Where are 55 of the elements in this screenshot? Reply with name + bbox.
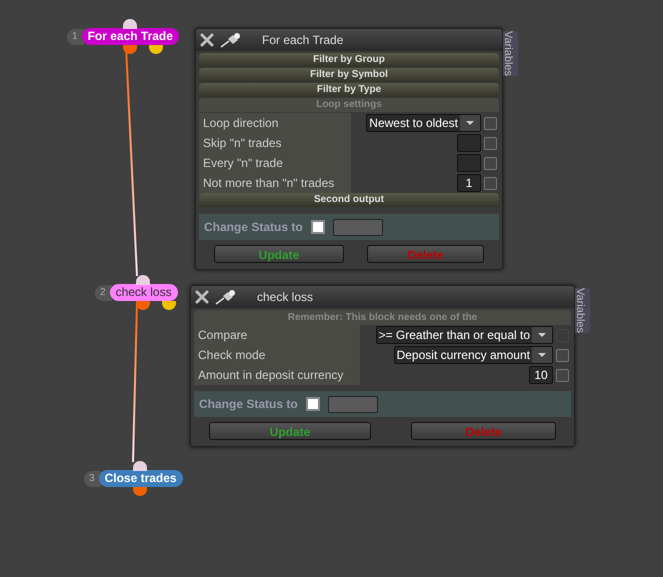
close-icon[interactable] (200, 33, 214, 47)
output-port-icon[interactable] (122, 45, 137, 54)
node-label[interactable]: Close trades (98, 470, 183, 487)
field-label: Every "n" trade (199, 153, 351, 173)
pin-icon[interactable] (215, 289, 237, 305)
checkbox[interactable] (484, 136, 497, 150)
variables-tab[interactable]: Variables (503, 31, 518, 76)
status-field[interactable] (328, 396, 378, 412)
number-field[interactable]: 10 (529, 366, 553, 384)
checkbox[interactable] (484, 116, 497, 130)
caret-icon (532, 327, 552, 343)
variables-tab[interactable]: Variables (575, 288, 590, 334)
status-label: Change Status to (204, 219, 303, 236)
checkbox[interactable] (556, 348, 569, 362)
dropdown[interactable]: Newest to oldest (366, 114, 481, 132)
number-field[interactable] (457, 154, 481, 172)
field-label: Not more than "n" trades (199, 173, 351, 193)
panel-title: check loss (257, 289, 314, 306)
section-header[interactable]: Filter by Group (199, 53, 499, 67)
node-number: 1 (67, 28, 84, 44)
field-label: Compare (194, 325, 360, 345)
pin-icon[interactable] (220, 32, 242, 48)
status-field[interactable] (332, 218, 383, 236)
node-number: 3 (84, 470, 101, 486)
caret-icon (532, 347, 552, 363)
checkbox[interactable] (310, 220, 325, 234)
panel-title: For each Trade (262, 32, 344, 49)
checkbox[interactable] (306, 397, 320, 411)
output-port-icon[interactable] (162, 301, 176, 310)
input-port-icon[interactable] (136, 275, 150, 285)
checkbox[interactable] (484, 156, 497, 170)
dropdown[interactable]: Deposit currency amount (394, 346, 553, 364)
notice-text: Remember: This block needs one of the (194, 310, 571, 325)
node-label[interactable]: check loss (110, 284, 178, 301)
checkbox[interactable] (556, 368, 569, 382)
node-number: 2 (95, 284, 112, 300)
number-field[interactable] (457, 134, 481, 152)
input-port-icon[interactable] (122, 19, 137, 29)
field-label: Amount in deposit currency (194, 365, 360, 385)
section-header[interactable]: Second output (199, 193, 499, 207)
caret-icon (460, 115, 480, 131)
field-label: Skip "n" trades (199, 133, 351, 153)
node-label[interactable]: For each Trade (82, 28, 179, 45)
output-port-icon[interactable] (148, 45, 163, 54)
output-port-icon[interactable] (136, 301, 150, 310)
checkbox[interactable] (484, 176, 497, 190)
status-label: Change Status to (199, 396, 298, 413)
section-header[interactable]: Filter by Type (199, 83, 499, 97)
field-label: Loop direction (199, 113, 351, 133)
input-port-icon[interactable] (133, 461, 148, 471)
output-port-icon[interactable] (133, 487, 148, 496)
field-label: Check mode (194, 345, 360, 365)
section-header[interactable]: Filter by Symbol (199, 68, 499, 82)
number-field[interactable]: 1 (457, 174, 481, 192)
close-icon[interactable] (195, 290, 209, 304)
